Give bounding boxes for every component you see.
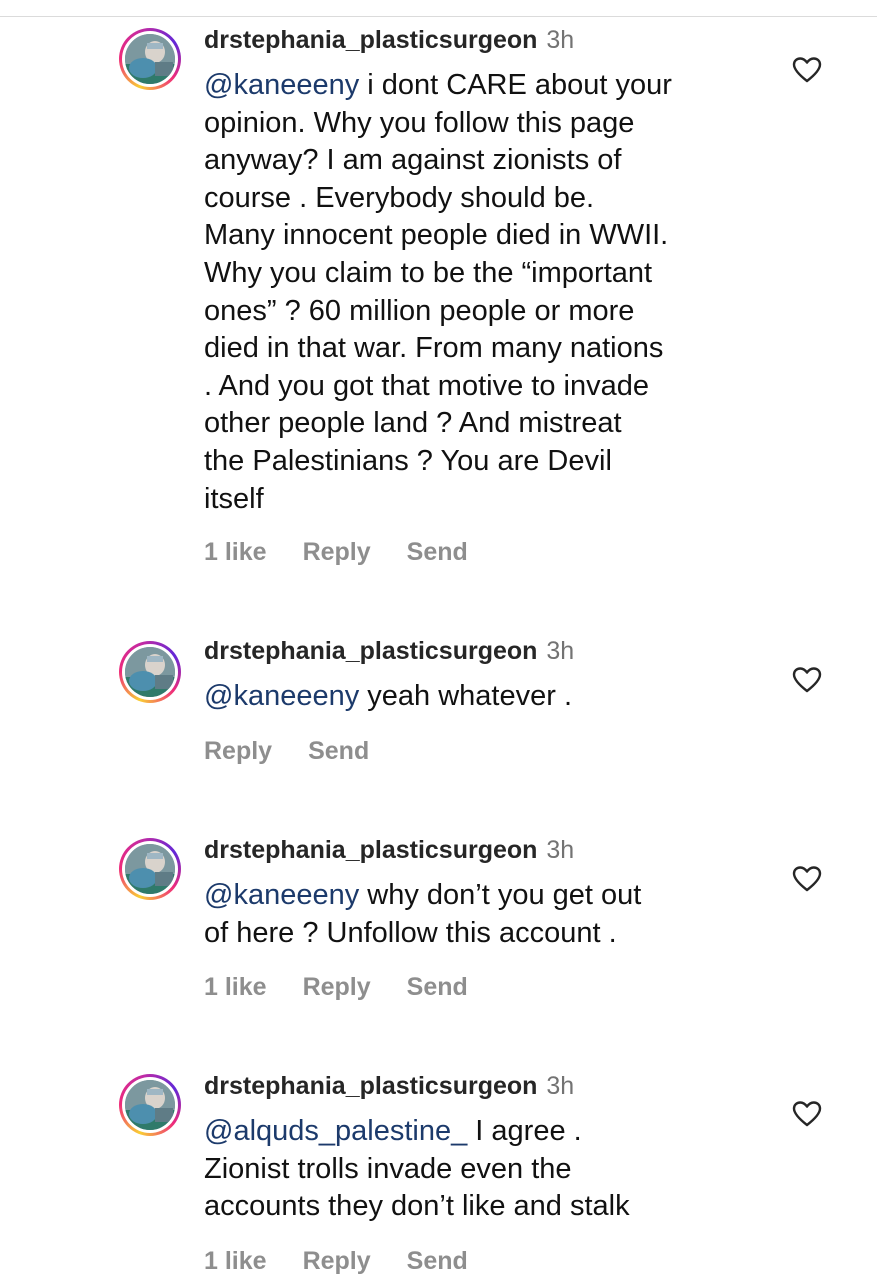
comment-text: @alquds_palestine_ I agree . Zionist tro…	[204, 1113, 764, 1226]
heart-outline-icon[interactable]	[792, 1100, 822, 1128]
mention-link[interactable]: @alquds_palestine_	[204, 1115, 467, 1147]
comment-body: yeah whatever .	[359, 680, 573, 712]
comment-actions: 1 like Reply Send	[204, 972, 504, 1002]
heart-outline-icon[interactable]	[792, 56, 822, 84]
username[interactable]: drstephania_plasticsurgeon	[204, 637, 537, 665]
username[interactable]: drstephania_plasticsurgeon	[204, 26, 537, 54]
comment-actions: 1 like Reply Send	[204, 1246, 504, 1276]
heart-outline-icon[interactable]	[792, 865, 822, 893]
comment-text: @kaneeeny i dont CARE about your opinion…	[204, 67, 764, 518]
reply-button[interactable]: Reply	[303, 537, 371, 567]
comment-actions: Reply Send	[204, 736, 405, 766]
send-button[interactable]: Send	[407, 1246, 468, 1276]
comment-body: i dont CARE about your opinion. Why you …	[204, 69, 672, 515]
comment-header: drstephania_plasticsurgeon 3h	[204, 25, 574, 55]
username[interactable]: drstephania_plasticsurgeon	[204, 836, 537, 864]
avatar[interactable]	[119, 641, 181, 703]
mention-link[interactable]: @kaneeeny	[204, 680, 359, 712]
comment-header: drstephania_plasticsurgeon 3h	[204, 835, 574, 865]
mention-link[interactable]: @kaneeeny	[204, 69, 359, 101]
timestamp: 3h	[546, 836, 575, 864]
top-divider	[0, 16, 877, 17]
heart-outline-icon[interactable]	[792, 666, 822, 694]
username[interactable]: drstephania_plasticsurgeon	[204, 1072, 537, 1100]
comment-text: @kaneeeny yeah whatever .	[204, 678, 764, 716]
send-button[interactable]: Send	[308, 736, 369, 766]
like-count[interactable]: 1 like	[204, 1246, 267, 1276]
timestamp: 3h	[546, 637, 575, 665]
comment-header: drstephania_plasticsurgeon 3h	[204, 1071, 574, 1101]
avatar[interactable]	[119, 28, 181, 90]
avatar[interactable]	[119, 1074, 181, 1136]
timestamp: 3h	[546, 26, 575, 54]
send-button[interactable]: Send	[407, 537, 468, 567]
reply-button[interactable]: Reply	[204, 736, 272, 766]
mention-link[interactable]: @kaneeeny	[204, 879, 359, 911]
like-count[interactable]: 1 like	[204, 972, 267, 1002]
comment-header: drstephania_plasticsurgeon 3h	[204, 636, 574, 666]
avatar[interactable]	[119, 838, 181, 900]
comment-actions: 1 like Reply Send	[204, 537, 504, 567]
send-button[interactable]: Send	[407, 972, 468, 1002]
reply-button[interactable]: Reply	[303, 972, 371, 1002]
like-count[interactable]: 1 like	[204, 537, 267, 567]
timestamp: 3h	[546, 1072, 575, 1100]
reply-button[interactable]: Reply	[303, 1246, 371, 1276]
comment-text: @kaneeeny why don’t you get out of here …	[204, 877, 764, 952]
